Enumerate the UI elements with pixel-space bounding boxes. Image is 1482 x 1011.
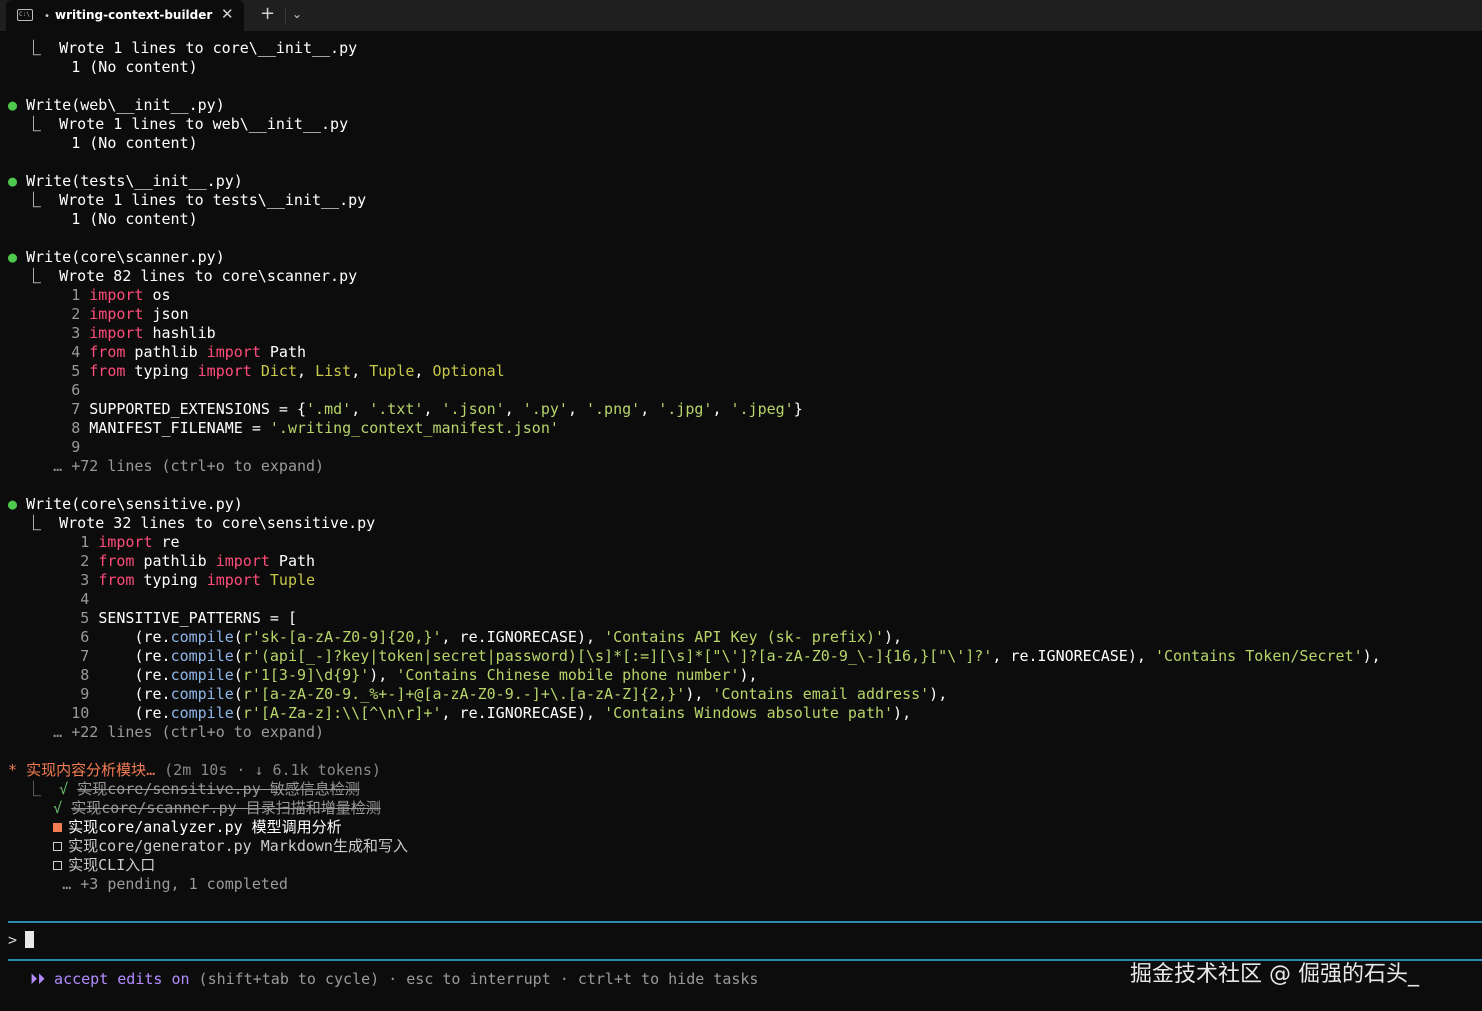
tool-call-line: ● Write(tests\__init__.py) [8, 172, 243, 191]
tool-call-line: ● Write(core\scanner.py) [8, 248, 225, 267]
chevron-down-icon[interactable]: ⌄ [292, 7, 302, 21]
todo-item: 实现core/generator.py Markdown生成和写入 [8, 837, 408, 856]
code-line: 8 (re.compile(r'1[3-9]\d{9}'), 'Contains… [80, 666, 758, 684]
prompt-border-top [8, 921, 1482, 923]
tab-title: writing-context-builder [55, 8, 213, 22]
prompt-symbol: > [8, 931, 18, 949]
log-line: ⎿ Wrote 1 lines to web\__init__.py [8, 115, 349, 133]
code-line: 7 SUPPORTED_EXTENSIONS = {'.md', '.txt',… [71, 400, 803, 418]
tool-call-label: Write(core\sensitive.py) [26, 495, 243, 513]
bullet-icon: ● [8, 96, 27, 114]
code-line: 7 (re.compile(r'(api[_-]?key|token|secre… [80, 647, 1381, 665]
log-line: 1 (No content) [8, 58, 198, 76]
status-hints: (shift+tab to cycle) · esc to interrupt … [189, 970, 759, 988]
task-meta: (2m 10s · ↓ 6.1k tokens) [155, 761, 381, 779]
task-title: 实现内容分析模块… [26, 761, 156, 779]
code-line: 3 import hashlib [71, 324, 216, 342]
check-icon: √ [53, 799, 63, 817]
new-tab-button[interactable]: + [260, 3, 275, 24]
code-line: 1 import os [71, 286, 171, 304]
code-line: 4 [80, 590, 90, 608]
code-line: 6 (re.compile(r'sk-[a-zA-Z0-9]{20,}', re… [80, 628, 903, 646]
pending-square-icon [53, 842, 63, 851]
code-line: 6 [71, 381, 81, 399]
log-line: ⎿ Wrote 1 lines to core\__init__.py [8, 39, 358, 57]
code-line: 1 import re [80, 533, 180, 551]
task-header: * 实现内容分析模块… (2m 10s · ↓ 6.1k tokens) [8, 761, 381, 780]
code-line: 4 from pathlib import Path [71, 343, 307, 361]
fast-forward-icon: ⏵⏵ [30, 970, 46, 988]
tool-call-label: Write(web\__init__.py) [26, 96, 225, 114]
accept-edits-mode[interactable]: accept edits on [54, 970, 189, 988]
todo-item: 实现CLI入口 [8, 856, 155, 875]
todo-item: 实现core/analyzer.py 模型调用分析 [8, 818, 342, 837]
pending-square-icon [53, 861, 63, 870]
code-line: 5 SENSITIVE_PATTERNS = [ [80, 609, 297, 627]
code-line: 9 [71, 438, 81, 456]
code-line: 9 (re.compile(r'[a-zA-Z0-9._%+-]+@[a-zA-… [80, 685, 948, 703]
tab-divider [285, 8, 286, 24]
terminal-icon: C:\ [17, 9, 33, 21]
log-line: ⎿ Wrote 1 lines to tests\__init__.py [8, 191, 367, 209]
bullet-icon: ● [8, 495, 27, 513]
tool-call-line: ● Write(web\__init__.py) [8, 96, 225, 115]
status-bar: ⏵⏵ accept edits on (shift+tab to cycle) … [30, 970, 758, 989]
title-bar: C:\ • writing-context-builder ✕ + ⌄ [0, 0, 1482, 31]
tool-call-label: Write(tests\__init__.py) [26, 172, 243, 190]
bullet-icon: ● [8, 248, 27, 266]
prompt-input[interactable]: > [8, 931, 35, 950]
todo-item: ⎿ √ 实现core/sensitive.py 敏感信息检测 [26, 780, 360, 798]
expand-hint[interactable]: … +22 lines (ctrl+o to expand) [8, 723, 324, 742]
log-line: 1 (No content) [8, 210, 198, 228]
spinner-icon: * [8, 761, 27, 779]
close-icon[interactable]: ✕ [221, 5, 234, 23]
log-line: ⎿ Wrote 32 lines to core\sensitive.py [8, 514, 376, 532]
bullet-icon: ● [8, 172, 27, 190]
code-line: 2 from pathlib import Path [80, 552, 316, 570]
expand-hint[interactable]: … +72 lines (ctrl+o to expand) [8, 457, 324, 476]
tab-writing-context-builder[interactable]: C:\ • writing-context-builder ✕ [6, 0, 244, 31]
log-line: ⎿ Wrote 82 lines to core\scanner.py [8, 267, 358, 285]
check-icon: √ [59, 780, 69, 798]
tool-call-label: Write(core\scanner.py) [26, 248, 225, 266]
todo-item: √ 实现core/scanner.py 目录扫描和增量检测 [53, 799, 381, 817]
todo-summary: … +3 pending, 1 completed [62, 875, 288, 893]
tool-call-line: ● Write(core\sensitive.py) [8, 495, 243, 514]
watermark: 掘金技术社区 @ 倔强的石头_ [1130, 962, 1419, 987]
code-line: 2 import json [71, 305, 189, 323]
in-progress-square-icon [53, 823, 63, 832]
code-line: 8 MANIFEST_FILENAME = '.writing_context_… [71, 419, 559, 437]
code-line: 5 from typing import Dict, List, Tuple, … [71, 362, 505, 380]
tab-activity-dot: • [44, 11, 51, 22]
text-cursor [25, 931, 35, 948]
log-line: 1 (No content) [8, 134, 198, 152]
code-line: 3 from typing import Tuple [80, 571, 316, 589]
code-line: 10 (re.compile(r'[A-Za-z]:\\[^\n\r]+', r… [71, 704, 912, 722]
